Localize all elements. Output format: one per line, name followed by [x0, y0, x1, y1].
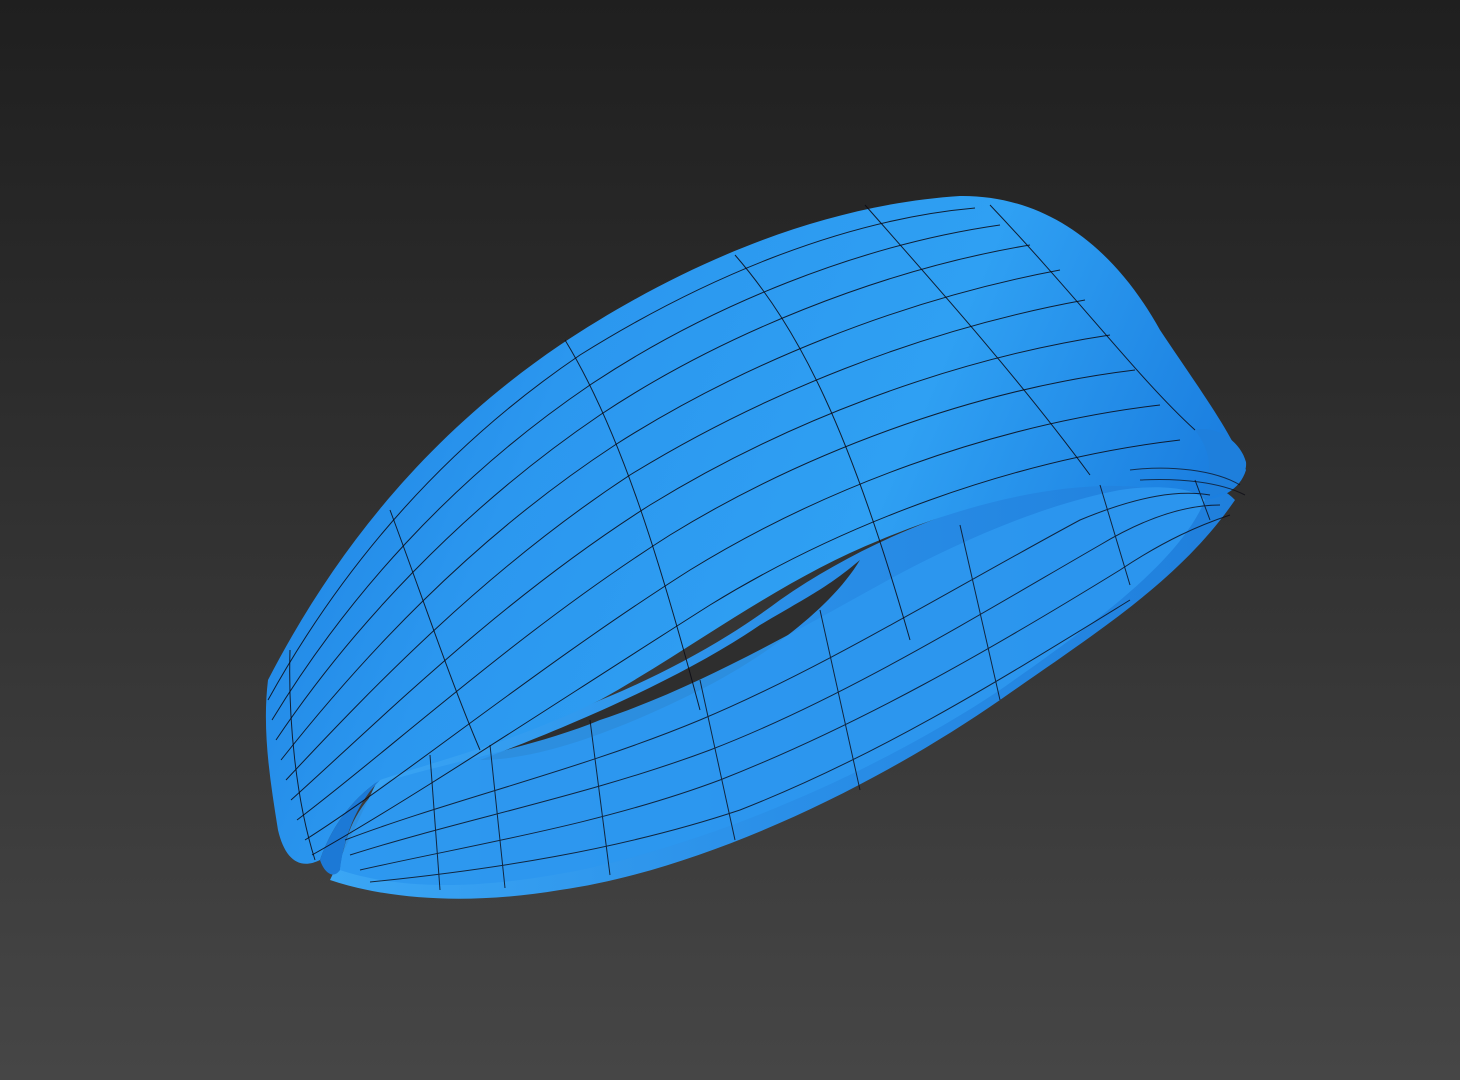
- 3d-viewport[interactable]: [0, 0, 1460, 1080]
- headband-model[interactable]: [0, 0, 1460, 1080]
